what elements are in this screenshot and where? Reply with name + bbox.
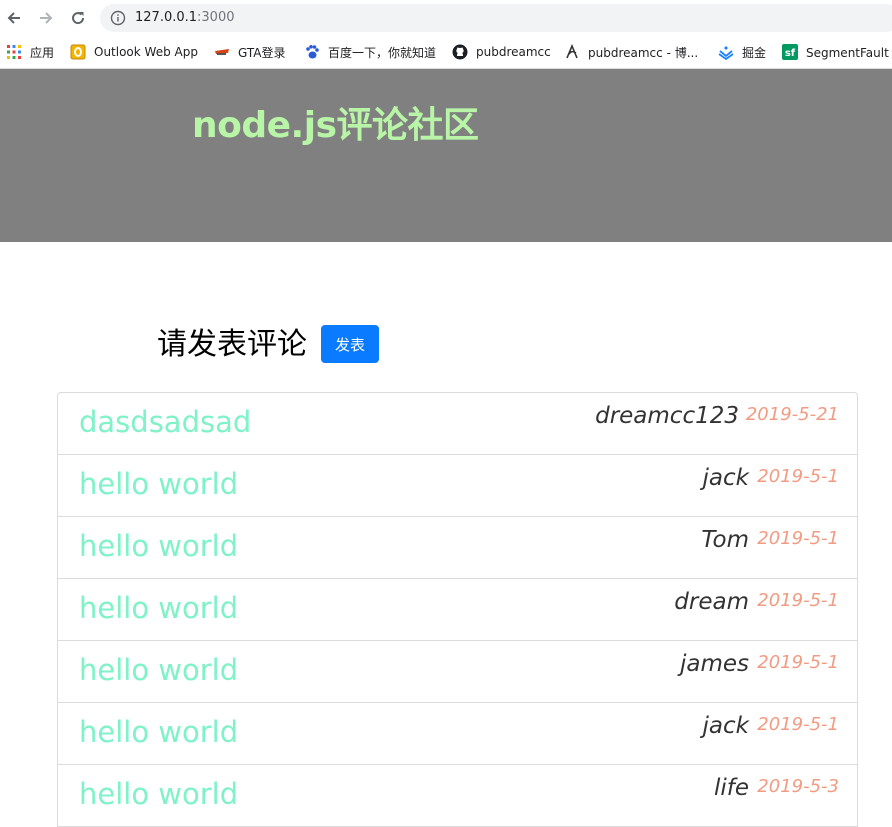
bookmark-apps[interactable]: 应用 bbox=[6, 42, 54, 62]
site-header bbox=[0, 69, 892, 242]
comment-author: jack bbox=[702, 465, 749, 491]
outlook-icon bbox=[70, 44, 86, 60]
address-bar[interactable]: 127.0.0.1:3000 bbox=[100, 4, 892, 32]
compose-row: 请发表评论 发表 bbox=[157, 318, 379, 364]
bookmark-segmentfault[interactable]: sf SegmentFault 思 bbox=[782, 42, 892, 62]
back-button[interactable] bbox=[2, 6, 26, 30]
url-host: 127.0.0.1 bbox=[135, 10, 198, 25]
comment-item: hello world Tom 2019-5-1 bbox=[58, 517, 857, 579]
comment-time: 2019-5-1 bbox=[757, 714, 839, 735]
comment-author: dreamcc123 bbox=[595, 403, 739, 429]
cnblogs-icon bbox=[564, 44, 580, 60]
svg-text:sf: sf bbox=[785, 48, 796, 59]
apps-grid-icon bbox=[6, 44, 22, 60]
comment-item: hello world life 2019-5-3 bbox=[58, 765, 857, 827]
bookmark-label: 掘金 bbox=[742, 45, 767, 60]
forward-arrow-icon bbox=[40, 12, 53, 24]
forward-button[interactable] bbox=[34, 6, 58, 30]
comment-time: 2019-5-1 bbox=[757, 466, 839, 487]
comment-time: 2019-5-1 bbox=[757, 528, 839, 549]
url-port: :3000 bbox=[197, 10, 235, 25]
publish-button[interactable]: 发表 bbox=[321, 325, 379, 363]
bookmark-label: Outlook Web App bbox=[94, 45, 198, 59]
bookmark-label: 百度一下，你就知道 bbox=[328, 45, 437, 60]
bookmark-label: 应用 bbox=[30, 45, 55, 60]
comment-item: hello world jack 2019-5-1 bbox=[58, 703, 857, 765]
baidu-paw-icon bbox=[304, 44, 320, 60]
reload-icon bbox=[72, 12, 85, 25]
compose-label: 请发表评论 bbox=[157, 327, 307, 362]
back-arrow-icon bbox=[7, 12, 20, 24]
comment-time: 2019-5-21 bbox=[745, 404, 839, 425]
segmentfault-icon: sf bbox=[782, 44, 798, 60]
github-icon bbox=[452, 44, 468, 60]
bookmark-cnblogs[interactable]: pubdreamcc - 博... bbox=[564, 42, 698, 62]
info-icon[interactable] bbox=[110, 10, 126, 26]
bookmarks-bar: 应用 Outlook Web App GTA登录 百度一下，你就知道 pubdr… bbox=[0, 38, 892, 66]
comment-content: hello world bbox=[79, 591, 239, 625]
bookmark-juejin[interactable]: 掘金 bbox=[718, 42, 766, 62]
juejin-icon bbox=[718, 44, 734, 60]
comment-content: hello world bbox=[79, 529, 239, 563]
bookmark-github[interactable]: pubdreamcc bbox=[452, 42, 551, 62]
comment-content: hello world bbox=[79, 467, 239, 501]
comment-item: dasdsadsad dreamcc123 2019-5-21 bbox=[58, 393, 857, 455]
bookmark-baidu[interactable]: 百度一下，你就知道 bbox=[304, 42, 436, 62]
comment-author: dream bbox=[674, 589, 749, 615]
comment-time: 2019-5-1 bbox=[757, 590, 839, 611]
comment-item: hello world jack 2019-5-1 bbox=[58, 455, 857, 517]
comment-content: dasdsadsad bbox=[79, 405, 252, 439]
comment-list: dasdsadsad dreamcc123 2019-5-21 hello wo… bbox=[57, 392, 858, 827]
comment-author: Tom bbox=[701, 527, 749, 553]
bookmark-label: pubdreamcc bbox=[476, 45, 551, 59]
comment-content: hello world bbox=[79, 777, 239, 811]
comment-author: jack bbox=[702, 713, 749, 739]
bookmark-gta[interactable]: GTA登录 bbox=[214, 42, 285, 62]
comment-time: 2019-5-1 bbox=[757, 652, 839, 673]
bookmark-label: pubdreamcc - 博... bbox=[588, 45, 699, 60]
comment-item: hello world james 2019-5-1 bbox=[58, 641, 857, 703]
gta-icon bbox=[214, 44, 230, 60]
bookmark-outlook[interactable]: Outlook Web App bbox=[70, 42, 198, 62]
comment-author: life bbox=[713, 775, 749, 801]
browser-toolbar: 127.0.0.1:3000 bbox=[0, 0, 892, 36]
comment-time: 2019-5-3 bbox=[757, 776, 839, 797]
site-title[interactable]: node.js评论社区 bbox=[192, 96, 479, 148]
comment-author: james bbox=[679, 651, 749, 677]
browser-chrome: 127.0.0.1:3000 应用 Outlook Web App GTA登录 … bbox=[0, 0, 892, 69]
bookmark-label: GTA登录 bbox=[238, 45, 286, 60]
comment-content: hello world bbox=[79, 653, 239, 687]
comment-item: hello world dream 2019-5-1 bbox=[58, 579, 857, 641]
address-url: 127.0.0.1:3000 bbox=[135, 10, 235, 25]
reload-button[interactable] bbox=[66, 6, 90, 30]
comment-content: hello world bbox=[79, 715, 239, 749]
bookmark-label: SegmentFault 思 bbox=[806, 45, 892, 60]
